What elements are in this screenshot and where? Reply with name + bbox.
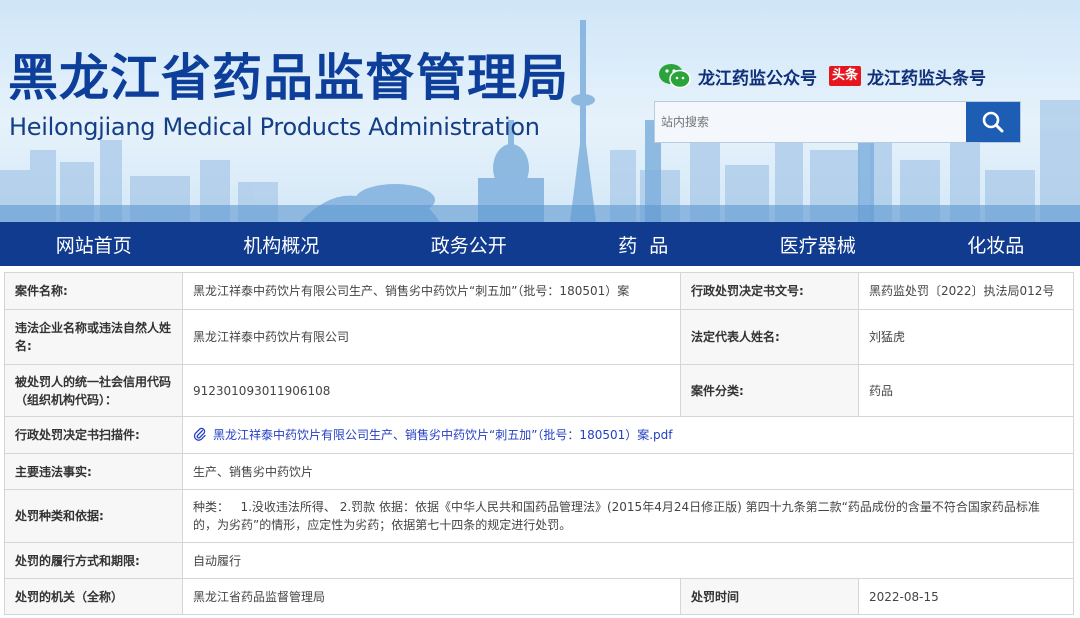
wechat-account-link[interactable]: 龙江药监公众号 (698, 64, 817, 89)
table-row: 处罚的机关（全称） 黑龙江省药品监督管理局 处罚时间 2022-08-15 (4, 578, 1074, 615)
performance-method-value: 自动履行 (182, 542, 1074, 579)
scan-file-label: 行政处罚决定书扫描件: (4, 416, 183, 454)
search-button[interactable] (966, 102, 1020, 142)
scan-file-cell: 黑龙江祥泰中药饮片有限公司生产、销售劣中药饮片“刺五加”（批号：180501）案… (182, 416, 1074, 454)
search-input[interactable] (655, 102, 966, 142)
nav-item-cosmetics[interactable]: 化妆品 (957, 231, 1034, 258)
nav-item-about[interactable]: 机构概况 (233, 231, 329, 258)
legal-rep-label: 法定代表人姓名: (680, 309, 859, 365)
credit-code-label: 被处罚人的统一社会信用代码（组织机构代码）： (4, 364, 183, 417)
nav-item-gov-affairs[interactable]: 政务公开 (421, 231, 517, 258)
nav-item-home[interactable]: 网站首页 (46, 231, 142, 258)
table-row: 处罚的履行方式和期限: 自动履行 (4, 542, 1074, 579)
main-facts-value: 生产、销售劣中药饮片 (182, 453, 1074, 490)
scan-file-link[interactable]: 黑龙江祥泰中药饮片有限公司生产、销售劣中药饮片“刺五加”（批号：180501）案… (213, 428, 673, 442)
toutiao-account-link[interactable]: 龙江药监头条号 (867, 64, 986, 89)
case-category-value: 药品 (858, 364, 1074, 417)
decision-doc-no-label: 行政处罚决定书文号: (680, 272, 859, 310)
penalty-time-value: 2022-08-15 (858, 578, 1074, 615)
legal-rep-value: 刘猛虎 (858, 309, 1074, 365)
penalty-agency-value: 黑龙江省药品监督管理局 (182, 578, 681, 615)
table-row: 违法企业名称或违法自然人姓名: 黑龙江祥泰中药饮片有限公司 法定代表人姓名: 刘… (4, 309, 1074, 365)
penalty-agency-label: 处罚的机关（全称） (4, 578, 183, 615)
table-row: 被处罚人的统一社会信用代码（组织机构代码）： 91230109301190610… (4, 364, 1074, 417)
case-name-value: 黑龙江祥泰中药饮片有限公司生产、销售劣中药饮片“刺五加”（批号：180501）案 (182, 272, 681, 310)
social-links: 龙江药监公众号 头条 龙江药监头条号 (658, 62, 986, 90)
site-search (654, 101, 1021, 143)
case-category-label: 案件分类: (680, 364, 859, 417)
table-row: 处罚种类和依据: 种类： 1.没收违法所得、 2.罚款 依据：依据《中华人民共和… (4, 489, 1074, 543)
party-name-label: 违法企业名称或违法自然人姓名: (4, 309, 183, 365)
penalty-time-label: 处罚时间 (680, 578, 859, 615)
party-name-value: 黑龙江祥泰中药饮片有限公司 (182, 309, 681, 365)
penalty-record-table: 案件名称: 黑龙江祥泰中药饮片有限公司生产、销售劣中药饮片“刺五加”（批号：18… (4, 272, 1074, 615)
decision-doc-no-value: 黑药监处罚〔2022〕执法局012号 (858, 272, 1074, 310)
table-row: 主要违法事实: 生产、销售劣中药饮片 (4, 453, 1074, 490)
header-banner: 黑龙江省药品监督管理局 Heilongjiang Medical Product… (0, 0, 1080, 222)
case-name-label: 案件名称: (4, 272, 183, 310)
paperclip-icon (193, 427, 206, 441)
penalty-basis-value: 种类： 1.没收违法所得、 2.罚款 依据：依据《中华人民共和国药品管理法》(2… (182, 489, 1074, 543)
main-facts-label: 主要违法事实: (4, 453, 183, 490)
site-title: 黑龙江省药品监督管理局 (8, 49, 569, 107)
search-icon (982, 111, 1004, 133)
wechat-icon[interactable] (658, 62, 692, 90)
site-subtitle: Heilongjiang Medical Products Administra… (9, 113, 540, 141)
table-row: 案件名称: 黑龙江祥泰中药饮片有限公司生产、销售劣中药饮片“刺五加”（批号：18… (4, 272, 1074, 310)
credit-code-value: 912301093011906108 (182, 364, 681, 417)
nav-item-medical-devices[interactable]: 医疗器械 (770, 231, 866, 258)
table-row: 行政处罚决定书扫描件: 黑龙江祥泰中药饮片有限公司生产、销售劣中药饮片“刺五加”… (4, 416, 1074, 454)
main-nav: 网站首页 机构概况 政务公开 药 品 医疗器械 化妆品 (0, 222, 1080, 266)
nav-item-drugs[interactable]: 药 品 (608, 231, 678, 258)
performance-method-label: 处罚的履行方式和期限: (4, 542, 183, 579)
toutiao-icon[interactable]: 头条 (829, 66, 862, 86)
penalty-basis-label: 处罚种类和依据: (4, 489, 183, 543)
